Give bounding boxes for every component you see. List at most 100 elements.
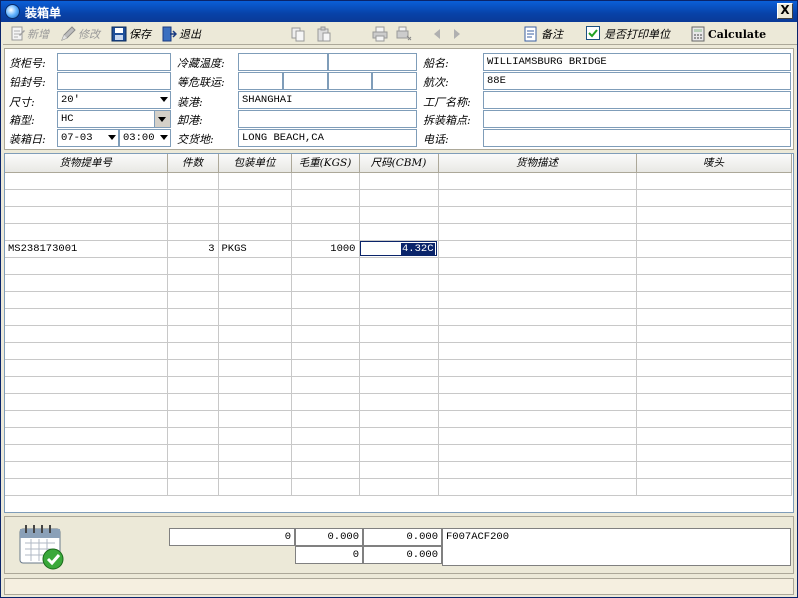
grid-cell-description[interactable] [438, 240, 637, 258]
grid-cell-volume[interactable] [359, 223, 439, 241]
grid-cell-bill-no[interactable] [5, 393, 168, 411]
grid-cell-bill-no[interactable] [5, 478, 168, 496]
grid-cell-volume[interactable] [359, 189, 439, 207]
grid-cell-gross-weight[interactable] [291, 308, 360, 326]
grid-cell-package-unit[interactable] [218, 376, 292, 394]
grid-cell-description[interactable] [438, 461, 637, 479]
grid-cell-pieces[interactable] [167, 410, 219, 428]
factory-input[interactable] [483, 91, 791, 109]
grid-cell-pieces[interactable] [167, 274, 219, 292]
grid-cell-bill-no[interactable] [5, 172, 168, 190]
grid-cell-package-unit[interactable] [218, 410, 292, 428]
grid-cell-package-unit[interactable] [218, 274, 292, 292]
table-row[interactable] [5, 461, 792, 479]
grid-cell-description[interactable] [438, 189, 637, 207]
grid-cell-marks[interactable] [636, 189, 792, 207]
copy-button[interactable] [290, 25, 306, 43]
grid-cell-marks[interactable] [636, 274, 792, 292]
unpack-place-input[interactable] [483, 110, 791, 128]
grid-cell-pieces[interactable] [167, 359, 219, 377]
print-preview-button[interactable] [396, 25, 412, 43]
grid-cell-marks[interactable] [636, 291, 792, 309]
grid-cell-pieces[interactable] [167, 393, 219, 411]
grid-cell-gross-weight[interactable] [291, 410, 360, 428]
grid-cell-marks[interactable] [636, 376, 792, 394]
grid-cell-bill-no[interactable] [5, 359, 168, 377]
grid-cell-pieces[interactable]: 3 [167, 240, 219, 258]
grid-cell-marks[interactable] [636, 478, 792, 496]
new-button[interactable]: 新增 [9, 25, 49, 43]
load-time-picker[interactable]: 03:00 [119, 129, 171, 147]
dangerous-input-2[interactable] [283, 72, 328, 90]
grid-cell-volume[interactable] [359, 257, 439, 275]
grid-cell-gross-weight[interactable] [291, 223, 360, 241]
grid-cell-volume[interactable] [359, 308, 439, 326]
grid-cell-pieces[interactable] [167, 342, 219, 360]
table-row[interactable] [5, 393, 792, 411]
reefer-temp-input[interactable] [238, 53, 328, 71]
grid-cell-gross-weight[interactable] [291, 189, 360, 207]
grid-cell-marks[interactable] [636, 206, 792, 224]
grid-cell-gross-weight[interactable] [291, 444, 360, 462]
container-no-input[interactable] [57, 53, 171, 71]
grid-cell-volume[interactable] [359, 325, 439, 343]
table-row[interactable] [5, 359, 792, 377]
grid-cell-pieces[interactable] [167, 478, 219, 496]
grid-cell-pieces[interactable] [167, 427, 219, 445]
dangerous-input-4[interactable] [372, 72, 417, 90]
table-row[interactable] [5, 325, 792, 343]
grid-cell-marks[interactable] [636, 325, 792, 343]
grid-cell-marks[interactable] [636, 461, 792, 479]
grid-cell-volume[interactable] [359, 291, 439, 309]
grid-cell-bill-no[interactable] [5, 274, 168, 292]
loading-port-input[interactable]: SHANGHAI [238, 91, 417, 109]
grid-cell-description[interactable] [438, 257, 637, 275]
grid-cell-gross-weight[interactable] [291, 461, 360, 479]
grid-cell-description[interactable] [438, 274, 637, 292]
grid-cell-volume[interactable] [359, 376, 439, 394]
grid-cell-volume[interactable] [359, 342, 439, 360]
grid-cell-package-unit[interactable] [218, 325, 292, 343]
grid-cell-pieces[interactable] [167, 376, 219, 394]
delivery-place-input[interactable]: LONG BEACH,CA [238, 129, 417, 147]
grid-cell-volume[interactable]: 4.32C [359, 240, 439, 258]
voyage-input[interactable]: 88E [483, 72, 791, 90]
grid-cell-pieces[interactable] [167, 206, 219, 224]
grid-cell-bill-no[interactable] [5, 376, 168, 394]
grid-cell-description[interactable] [438, 342, 637, 360]
grid-cell-marks[interactable] [636, 444, 792, 462]
grid-cell-package-unit[interactable]: PKGS [218, 240, 292, 258]
seal-no-input[interactable] [57, 72, 171, 90]
grid-cell-marks[interactable] [636, 393, 792, 411]
edit-button[interactable]: 修改 [60, 25, 100, 43]
grid-cell-pieces[interactable] [167, 189, 219, 207]
grid-cell-description[interactable] [438, 427, 637, 445]
table-row[interactable] [5, 223, 792, 241]
column-header-bill-no[interactable]: 货物提单号 [5, 154, 168, 173]
table-row[interactable] [5, 308, 792, 326]
grid-cell-description[interactable] [438, 393, 637, 411]
grid-cell-bill-no[interactable] [5, 444, 168, 462]
grid-cell-package-unit[interactable] [218, 478, 292, 496]
column-header-volume[interactable]: 尺码(CBM) [359, 154, 439, 173]
grid-cell-description[interactable] [438, 376, 637, 394]
table-row[interactable] [5, 257, 792, 275]
table-row[interactable] [5, 291, 792, 309]
print-button[interactable] [372, 25, 388, 43]
grid-cell-description[interactable] [438, 172, 637, 190]
grid-cell-description[interactable] [438, 478, 637, 496]
grid-cell-package-unit[interactable] [218, 427, 292, 445]
reefer-temp-extra-input[interactable] [328, 53, 417, 71]
grid-cell-package-unit[interactable] [218, 257, 292, 275]
grid-cell-pieces[interactable] [167, 461, 219, 479]
next-button[interactable] [449, 25, 465, 43]
dangerous-input-1[interactable] [238, 72, 283, 90]
grid-cell-gross-weight[interactable] [291, 427, 360, 445]
column-header-description[interactable]: 货物描述 [438, 154, 637, 173]
grid-cell-bill-no[interactable] [5, 291, 168, 309]
grid-cell-volume[interactable] [359, 410, 439, 428]
grid-cell-marks[interactable] [636, 308, 792, 326]
grid-cell-bill-no[interactable] [5, 308, 168, 326]
grid-cell-gross-weight[interactable]: 1000 [291, 240, 360, 258]
vessel-input[interactable]: WILLIAMSBURG BRIDGE [483, 53, 791, 71]
